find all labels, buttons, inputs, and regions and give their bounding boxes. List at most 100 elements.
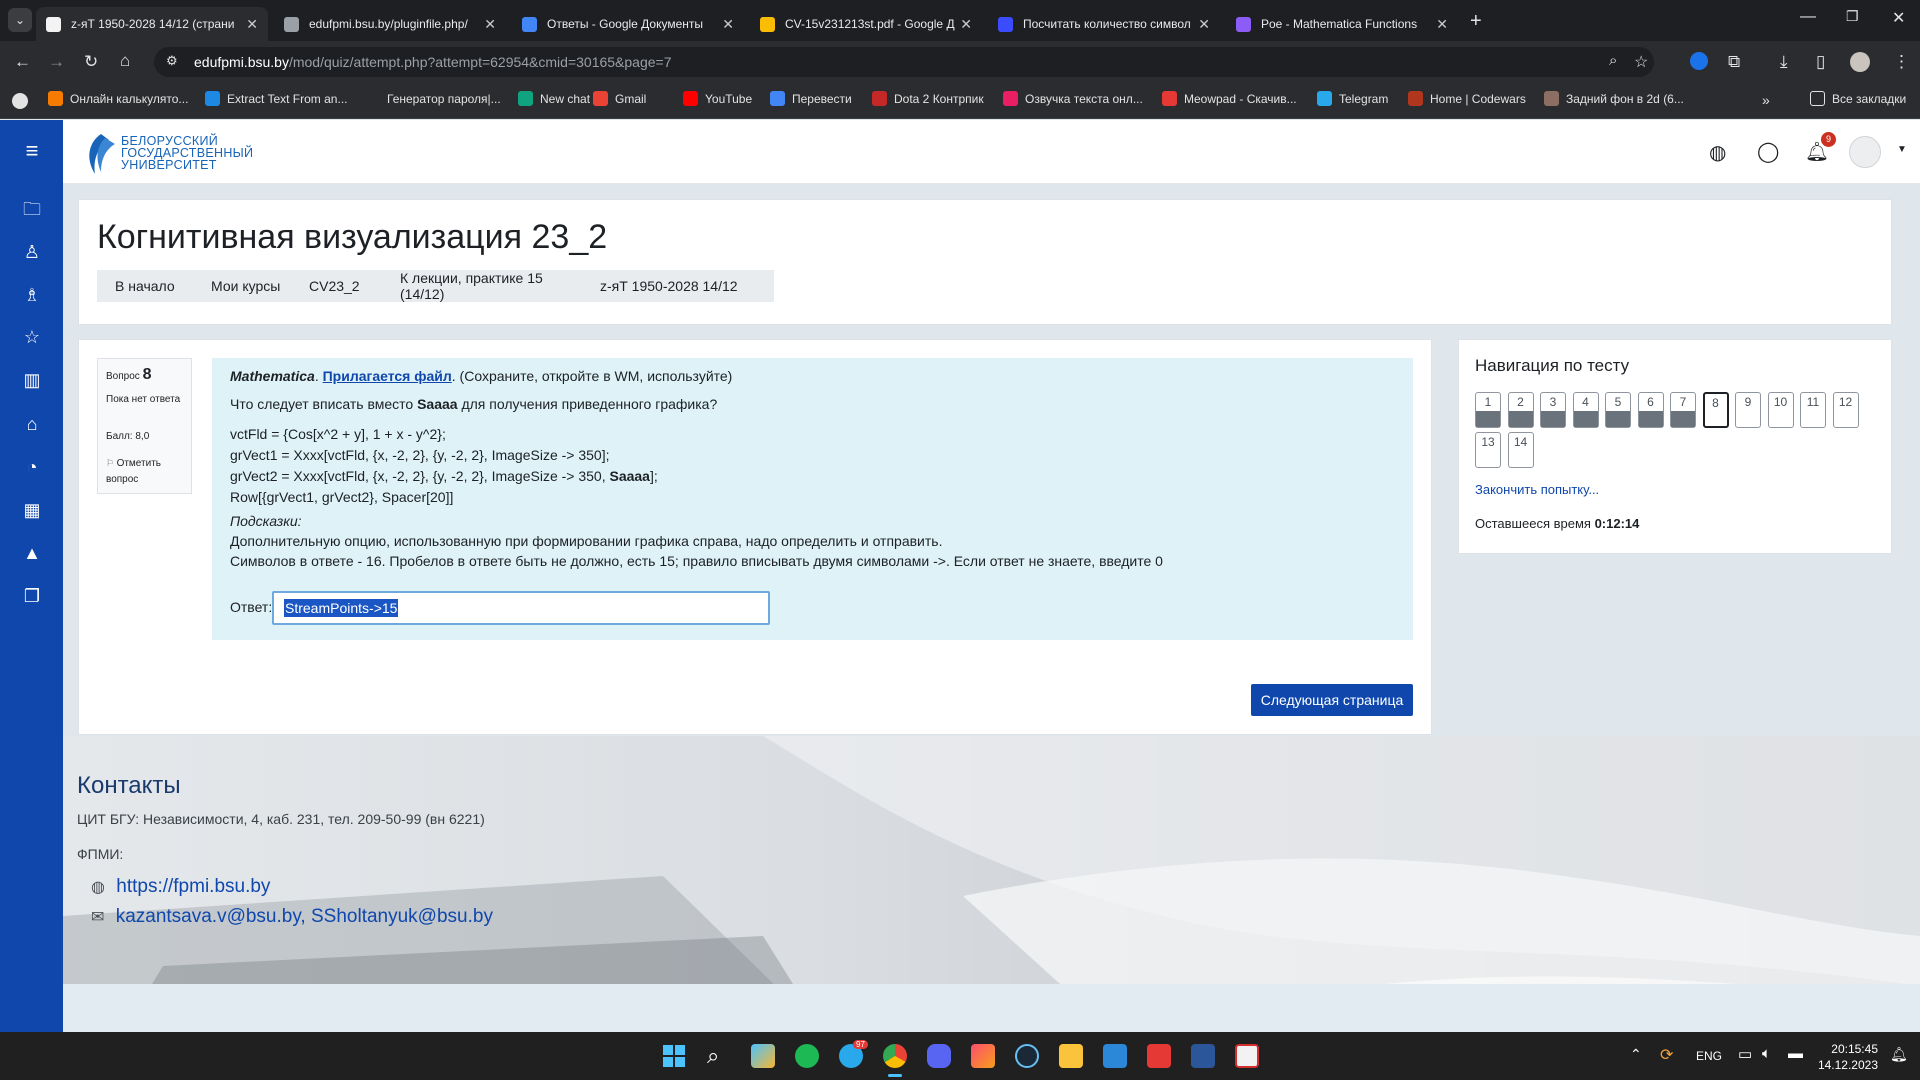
quiz-nav-button[interactable]: 7	[1670, 392, 1696, 428]
tray-chevron-icon[interactable]: ⌃	[1630, 1046, 1642, 1063]
all-bookmarks[interactable]: Все закладки	[1810, 91, 1906, 106]
taskbar-word-icon[interactable]	[1191, 1044, 1215, 1068]
quiz-nav-button[interactable]: 3	[1540, 392, 1566, 428]
tray-volume-icon[interactable]: 🔈︎	[1762, 1045, 1771, 1062]
taskbar-spotify-icon[interactable]	[795, 1044, 819, 1068]
bookmark-item[interactable]: Telegram	[1317, 91, 1388, 106]
quiz-nav-button[interactable]: 8	[1702, 392, 1729, 428]
bookmark-item[interactable]: Генератор пароля|...	[365, 91, 501, 106]
address-bar[interactable]: ⚙ edufpmi.bsu.by/mod/quiz/attempt.php?at…	[154, 47, 1654, 77]
user-icon[interactable]: ♙	[20, 240, 44, 264]
tray-network-icon[interactable]: ▭	[1738, 1045, 1752, 1063]
quiz-nav-button[interactable]: 2	[1507, 392, 1534, 428]
more-bookmarks-icon[interactable]: »	[1762, 92, 1770, 108]
bookmark-item[interactable]: Home | Codewars	[1408, 91, 1526, 106]
browser-tab[interactable]: z-яТ 1950-2028 14/12 (страни ✕	[36, 7, 268, 41]
bookmark-item[interactable]: Gmail	[593, 91, 646, 106]
quiz-nav-button[interactable]: 6	[1637, 392, 1664, 428]
hamburger-menu-icon[interactable]: ≡	[20, 139, 44, 163]
taskbar-widgets-icon[interactable]	[751, 1044, 775, 1068]
tray-notification-icon[interactable]: 🔔︎	[1890, 1046, 1908, 1063]
bookmark-item[interactable]: Перевести	[770, 91, 852, 106]
new-tab-button[interactable]: +	[1470, 10, 1482, 33]
folder-icon[interactable]: 🗀	[20, 197, 44, 221]
tab-close-icon[interactable]: ✕	[960, 16, 972, 33]
quiz-nav-button[interactable]: 13	[1475, 432, 1501, 468]
bookmark-item[interactable]: Задний фон в 2d (6...	[1544, 91, 1684, 106]
tray-language[interactable]: ENG	[1696, 1049, 1722, 1063]
zoom-icon[interactable]: ⌕	[1609, 52, 1617, 69]
quiz-nav-button[interactable]: 14	[1507, 432, 1534, 468]
extension-icon[interactable]	[1690, 52, 1708, 70]
quiz-nav-button[interactable]: 5	[1605, 392, 1631, 428]
star-icon[interactable]: ☆	[20, 325, 44, 349]
profile-avatar[interactable]	[1850, 52, 1870, 72]
browser-tab[interactable]: CV-15v231213st.pdf - Google Д ✕	[750, 7, 982, 41]
side-panel-icon[interactable]: ▯	[1816, 53, 1825, 70]
browser-tab[interactable]: Посчитать количество символ ✕	[988, 7, 1220, 41]
bookmark-item[interactable]: Онлайн калькулято...	[48, 91, 188, 106]
taskbar-steam-icon[interactable]	[1015, 1044, 1039, 1068]
bookmark-item[interactable]: New chat	[518, 91, 590, 106]
taskbar-search-icon[interactable]: ⌕	[707, 1043, 719, 1069]
start-button[interactable]	[663, 1045, 685, 1067]
taskbar-app2-icon[interactable]	[1235, 1044, 1259, 1068]
quiz-nav-button[interactable]: 4	[1572, 392, 1599, 428]
home-icon[interactable]: ⌂	[20, 412, 44, 436]
tab-close-icon[interactable]: ✕	[484, 16, 496, 33]
quiz-nav-button[interactable]: 9	[1735, 392, 1761, 428]
breadcrumb-item[interactable]: z-яТ 1950-2028 14/12	[582, 270, 774, 302]
site-info-icon[interactable]: ⚙	[166, 53, 178, 69]
dashboard-icon[interactable]: ◔	[20, 455, 44, 479]
breadcrumb-item[interactable]: К лекции, практике 15 (14/12)	[382, 270, 582, 302]
bookmark-star-icon[interactable]: ☆	[1634, 52, 1648, 72]
minimize-button[interactable]: —	[1800, 8, 1816, 26]
quiz-nav-button[interactable]: 11	[1800, 392, 1826, 428]
tray-sync-icon[interactable]: ⟳	[1660, 1045, 1673, 1065]
close-window-button[interactable]: ✕	[1892, 8, 1905, 28]
bsu-logo[interactable]: БЕЛОРУССКИЙ ГОСУДАРСТВЕННЫЙ УНИВЕРСИТЕТ	[83, 132, 283, 176]
tab-search-button[interactable]: ⌄	[8, 8, 32, 32]
bookmark-item[interactable]: Extract Text From an...	[205, 91, 347, 106]
contact-emails-link[interactable]: kazantsava.v@bsu.by, SSholtanyuk@bsu.by	[116, 906, 493, 927]
breadcrumb-item[interactable]: В начало	[97, 270, 193, 302]
back-icon[interactable]: ←	[14, 53, 31, 70]
users-icon[interactable]: ♗	[20, 283, 44, 307]
browser-tab[interactable]: edufpmi.bsu.by/pluginfile.php/ ✕	[274, 7, 506, 41]
breadcrumb-item[interactable]: Мои курсы	[193, 270, 291, 302]
taskbar-store-icon[interactable]	[1103, 1044, 1127, 1068]
taskbar-explorer-icon[interactable]	[1059, 1044, 1083, 1068]
fpmi-site-link[interactable]: https://fpmi.bsu.by	[116, 876, 270, 897]
home-icon[interactable]: ⌂	[120, 52, 130, 69]
calendar-icon[interactable]: ▦	[20, 498, 44, 522]
taskbar-chrome-icon[interactable]	[883, 1044, 907, 1068]
flag-question-link[interactable]: ⚐ Отметить вопрос	[106, 455, 190, 488]
quiz-nav-button[interactable]: 1	[1475, 392, 1501, 428]
taskbar-jetbrains-icon[interactable]	[971, 1044, 995, 1068]
reload-icon[interactable]: ↻	[84, 53, 98, 70]
bookmark-item[interactable]: Meowpad - Скачив...	[1162, 91, 1297, 106]
tab-close-icon[interactable]: ✕	[246, 16, 258, 33]
downloads-icon[interactable]: ⤓	[1780, 53, 1788, 70]
breadcrumb-item[interactable]: CV23_2	[291, 270, 382, 302]
browser-tab[interactable]: Ответы - Google Документы ✕	[512, 7, 744, 41]
user-menu-chevron-icon[interactable]: ▼	[1897, 144, 1907, 155]
language-globe-icon[interactable]: ◍	[1709, 140, 1726, 165]
forward-icon[interactable]: →	[48, 53, 65, 70]
extensions-puzzle-icon[interactable]: ⧉	[1728, 53, 1740, 70]
user-avatar[interactable]	[1849, 136, 1881, 168]
restore-button[interactable]: ❐	[1846, 8, 1859, 25]
tray-clock[interactable]: 20:15:45 14.12.2023	[1816, 1041, 1878, 1073]
files-icon[interactable]: ❐	[20, 584, 44, 608]
quiz-nav-button[interactable]: 10	[1767, 392, 1794, 428]
finish-attempt-link[interactable]: Закончить попытку...	[1475, 482, 1599, 497]
quiz-nav-button[interactable]: 12	[1832, 392, 1859, 428]
book-icon[interactable]: ▥	[20, 368, 44, 392]
taskbar-app-icon[interactable]	[1147, 1044, 1171, 1068]
browser-tab[interactable]: Poe - Mathematica Functions ✕	[1226, 7, 1458, 41]
bookmark-item[interactable]: Озвучка текста онл...	[1003, 91, 1143, 106]
tab-close-icon[interactable]: ✕	[1436, 16, 1448, 33]
tab-close-icon[interactable]: ✕	[1198, 16, 1210, 33]
graduation-cap-icon[interactable]: ▲	[20, 541, 44, 565]
bookmark-item[interactable]: YouTube	[683, 91, 752, 106]
